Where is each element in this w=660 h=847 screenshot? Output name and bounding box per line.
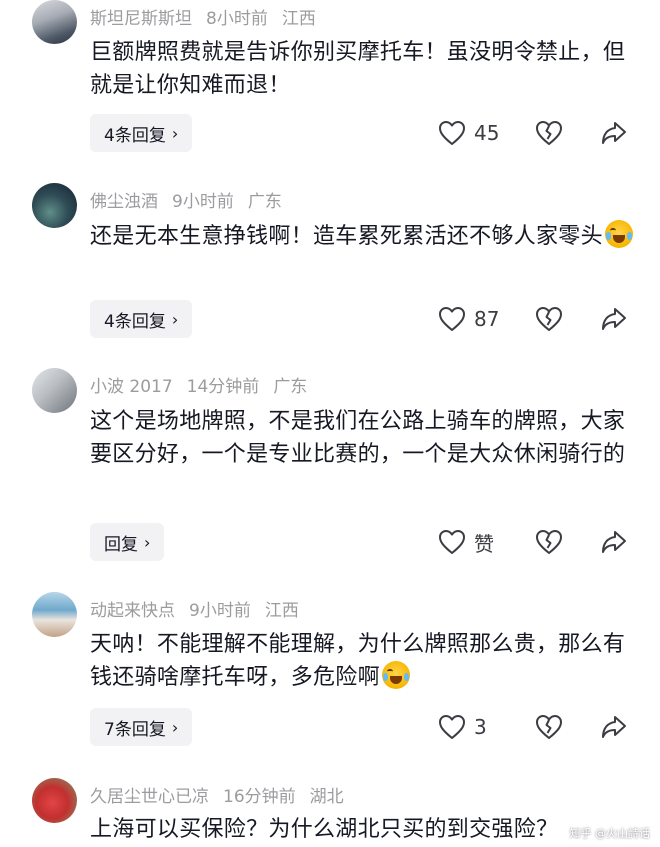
comment-actions: 赞 <box>438 523 626 561</box>
timestamp: 16分钟前 <box>223 787 296 807</box>
comment-meta: 动起来快点 9小时前 江西 <box>90 596 313 621</box>
avatar[interactable] <box>32 592 77 637</box>
comment-text: 这个是场地牌照，不是我们在公路上骑车的牌照，大家要区分好，一个是专业比赛的，一个… <box>90 409 626 467</box>
username[interactable]: 久居尘世心已凉 <box>90 787 209 807</box>
location: 湖北 <box>309 787 344 807</box>
reply-label: 4条回复 <box>104 311 166 332</box>
watermark: 知乎 @火山詩话 <box>569 827 651 840</box>
share-arrow-icon[interactable] <box>600 120 628 146</box>
comment-text: 上海可以买保险？为什么湖北只买的到交强险？ <box>90 817 559 842</box>
view-replies-button[interactable]: 4条回复 › <box>90 114 193 152</box>
timestamp: 8小时前 <box>206 9 268 29</box>
like-button[interactable]: 87 <box>438 306 538 332</box>
timestamp: 9小时前 <box>172 192 234 212</box>
view-replies-button[interactable]: 7条回复 › <box>90 708 193 746</box>
location: 江西 <box>281 9 316 29</box>
location: 江西 <box>264 601 299 621</box>
username[interactable]: 斯坦尼斯斯坦 <box>90 9 192 29</box>
comment-text-content: 还是无本生意挣钱啊！造车累死累活还不够人家零头 <box>90 224 603 249</box>
avatar[interactable] <box>32 0 77 44</box>
share-arrow-icon[interactable] <box>600 306 628 332</box>
comment-text: 天呐！不能理解不能理解，为什么牌照那么贵，那么有钱还骑啥摩托车呀，多危险啊 <box>90 628 635 694</box>
comment-meta: 久居尘世心已凉 16分钟前 湖北 <box>90 782 358 807</box>
comment-meta: 斯坦尼斯斯坦 8小时前 江西 <box>90 4 330 29</box>
heart-outline-icon <box>438 714 466 740</box>
avatar[interactable] <box>32 183 77 228</box>
timestamp: 14分钟前 <box>186 377 260 397</box>
avatar[interactable] <box>32 778 77 823</box>
reply-label: 回复 <box>104 534 138 555</box>
chevron-right-icon: › <box>171 717 179 737</box>
laugh-cry-emoji-icon <box>604 220 633 248</box>
comment-actions: 3 <box>438 708 626 746</box>
comment-text: 还是无本生意挣钱啊！造车累死累活还不够人家零头 <box>90 220 635 253</box>
reply-label: 7条回复 <box>104 719 166 740</box>
timestamp: 9小时前 <box>189 601 251 621</box>
avatar[interactable] <box>32 368 77 413</box>
heart-outline-icon <box>438 529 466 555</box>
like-button[interactable]: 赞 <box>438 528 538 557</box>
comment-actions: 87 <box>438 300 626 338</box>
comment-text: 巨额牌照费就是告诉你别买摩托车！虽没明令禁止，但就是让你知难而退！ <box>90 40 626 98</box>
heart-outline-icon <box>438 306 466 332</box>
username[interactable]: 佛尘浊酒 <box>90 192 158 212</box>
reply-label: 4条回复 <box>104 125 166 146</box>
like-count: 87 <box>474 307 500 331</box>
like-count: 3 <box>474 715 487 739</box>
chevron-right-icon: › <box>144 532 151 552</box>
share-arrow-icon[interactable] <box>600 714 628 740</box>
broken-heart-icon[interactable] <box>535 714 563 740</box>
comment-meta: 佛尘浊酒 9小时前 广东 <box>90 187 296 212</box>
like-button[interactable]: 3 <box>438 714 538 740</box>
comment-actions: 45 <box>438 114 626 152</box>
broken-heart-icon[interactable] <box>535 529 563 555</box>
chevron-right-icon: › <box>171 123 179 143</box>
username[interactable]: 小波 2017 <box>90 377 173 397</box>
like-count: 45 <box>474 121 500 145</box>
heart-outline-icon <box>438 120 466 146</box>
location: 广东 <box>247 192 282 212</box>
share-arrow-icon[interactable] <box>600 529 628 555</box>
comment-meta: 小波 2017 14分钟前 广东 <box>90 372 321 397</box>
like-count: 赞 <box>474 531 494 556</box>
like-button[interactable]: 45 <box>438 120 538 146</box>
username[interactable]: 动起来快点 <box>90 601 175 621</box>
chevron-right-icon: › <box>171 309 179 329</box>
laugh-cry-emoji-icon <box>381 661 410 689</box>
reply-button[interactable]: 回复 › <box>90 523 165 561</box>
comment-text-content: 天呐！不能理解不能理解，为什么牌照那么贵，那么有钱还骑啥摩托车呀，多危险啊 <box>90 632 626 690</box>
broken-heart-icon[interactable] <box>535 120 563 146</box>
location: 广东 <box>273 377 308 397</box>
view-replies-button[interactable]: 4条回复 › <box>90 300 193 338</box>
broken-heart-icon[interactable] <box>535 306 563 332</box>
